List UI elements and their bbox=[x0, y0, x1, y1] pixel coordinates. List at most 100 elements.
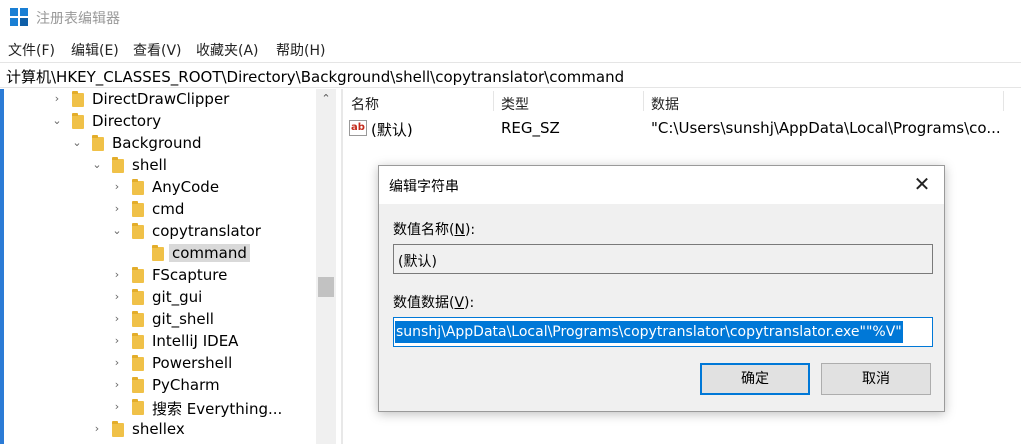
cancel-button[interactable]: 取消 bbox=[821, 363, 931, 395]
value-data-input[interactable]: sunshj\AppData\Local\Programs\copytransl… bbox=[393, 317, 933, 347]
menu-view[interactable]: 查看(V) bbox=[133, 40, 182, 60]
chevron-down-icon[interactable]: ⌄ bbox=[52, 115, 62, 126]
menu-edit[interactable]: 编辑(E) bbox=[71, 40, 119, 60]
tree-node-background[interactable]: ⌄ Background bbox=[0, 133, 316, 155]
chevron-down-icon[interactable]: ⌄ bbox=[72, 137, 82, 148]
title-bar: 注册表编辑器 bbox=[0, 0, 1021, 36]
tree-node-label: Directory bbox=[92, 112, 162, 130]
value-data-label: 数值数据(V): bbox=[393, 295, 475, 311]
column-header-data[interactable]: 数据 bbox=[651, 94, 679, 114]
tree-node-label: git_gui bbox=[152, 288, 203, 306]
close-icon[interactable]: ✕ bbox=[910, 172, 934, 196]
tree-node-label: Background bbox=[112, 134, 202, 152]
folder-icon bbox=[132, 355, 144, 371]
column-header-type[interactable]: 类型 bbox=[501, 94, 529, 114]
folder-icon bbox=[132, 333, 144, 349]
folder-icon bbox=[72, 113, 84, 129]
chevron-right-icon[interactable]: › bbox=[92, 423, 102, 434]
tree-node-label: Powershell bbox=[152, 354, 233, 372]
folder-icon bbox=[132, 377, 144, 393]
registry-editor-icon bbox=[10, 8, 30, 28]
folder-icon bbox=[112, 157, 124, 173]
tree-node-directdrawclipper[interactable]: › DirectDrawClipper bbox=[0, 89, 316, 111]
chevron-down-icon[interactable]: ⌄ bbox=[92, 159, 102, 170]
address-path[interactable]: 计算机\HKEY_CLASSES_ROOT\Directory\Backgrou… bbox=[6, 66, 624, 87]
folder-icon bbox=[132, 289, 144, 305]
folder-icon bbox=[132, 201, 144, 217]
chevron-right-icon[interactable]: › bbox=[112, 379, 122, 390]
tree-node-label: cmd bbox=[152, 200, 185, 218]
ok-button[interactable]: 确定 bbox=[700, 363, 810, 395]
value-data: "C:\Users\sunshj\AppData\Local\Programs\… bbox=[651, 119, 1001, 137]
chevron-right-icon[interactable]: › bbox=[112, 291, 122, 302]
tree-node-label: copytranslator bbox=[152, 222, 261, 240]
chevron-down-icon[interactable]: ⌄ bbox=[112, 225, 122, 236]
address-bar[interactable]: 计算机\HKEY_CLASSES_ROOT\Directory\Backgrou… bbox=[0, 62, 1021, 88]
tree-node-command[interactable]: command bbox=[0, 243, 316, 265]
folder-icon bbox=[132, 179, 144, 195]
key-tree[interactable]: › DirectDrawClipper ⌄ Directory ⌄ Backgr… bbox=[0, 89, 338, 444]
value-data-selected-text[interactable]: sunshj\AppData\Local\Programs\copytransl… bbox=[395, 321, 903, 343]
tree-node-git-shell[interactable]: › git_shell bbox=[0, 309, 316, 331]
chevron-right-icon[interactable]: › bbox=[112, 269, 122, 280]
chevron-right-icon[interactable]: › bbox=[112, 401, 122, 412]
tree-node-shell[interactable]: ⌄ shell bbox=[0, 155, 316, 177]
column-header-name[interactable]: 名称 bbox=[351, 94, 379, 114]
dialog-title: 编辑字符串 bbox=[389, 179, 459, 195]
tree-node-copytranslator[interactable]: ⌄ copytranslator bbox=[0, 221, 316, 243]
tree-node-label: git_shell bbox=[152, 310, 214, 328]
value-name-text: (默认) bbox=[398, 254, 437, 270]
scroll-thumb[interactable] bbox=[318, 277, 334, 297]
tree-node-anycode[interactable]: › AnyCode bbox=[0, 177, 316, 199]
edit-string-dialog: 编辑字符串 ✕ 数值名称(N): (默认) 数值数据(V): sunshj\Ap… bbox=[378, 165, 945, 412]
chevron-right-icon[interactable]: › bbox=[52, 93, 62, 104]
tree-node-label: 搜索 Everything... bbox=[152, 400, 283, 418]
tree-node-label: IntelliJ IDEA bbox=[152, 332, 239, 350]
column-divider[interactable] bbox=[1003, 91, 1004, 111]
value-type: REG_SZ bbox=[501, 119, 560, 137]
tree-node-everything[interactable]: › 搜索 Everything... bbox=[0, 397, 316, 419]
folder-icon bbox=[132, 399, 144, 415]
tree-node-fscapture[interactable]: › FScapture bbox=[0, 265, 316, 287]
tree-node-powershell[interactable]: › Powershell bbox=[0, 353, 316, 375]
tree-node-intellij-idea[interactable]: › IntelliJ IDEA bbox=[0, 331, 316, 353]
menu-bar: 文件(F) 编辑(E) 查看(V) 收藏夹(A) 帮助(H) bbox=[0, 36, 1021, 62]
scroll-up-icon[interactable]: ⌃ bbox=[316, 89, 336, 109]
menu-file[interactable]: 文件(F) bbox=[8, 40, 55, 60]
chevron-right-icon[interactable]: › bbox=[112, 313, 122, 324]
chevron-right-icon[interactable]: › bbox=[112, 335, 122, 346]
menu-help[interactable]: 帮助(H) bbox=[276, 40, 325, 60]
chevron-right-icon[interactable]: › bbox=[112, 357, 122, 368]
column-divider[interactable] bbox=[493, 91, 494, 111]
folder-icon bbox=[132, 311, 144, 327]
dialog-titlebar[interactable]: 编辑字符串 ✕ bbox=[379, 166, 944, 204]
value-name-label: 数值名称(N): bbox=[393, 222, 476, 238]
string-value-icon: ab bbox=[349, 120, 367, 136]
tree-node-label: AnyCode bbox=[152, 178, 220, 196]
tree-node-label-selected: command bbox=[169, 244, 250, 262]
window-title: 注册表编辑器 bbox=[36, 11, 120, 27]
tree-node-label: FScapture bbox=[152, 266, 228, 284]
folder-icon bbox=[72, 91, 84, 107]
tree-scrollbar[interactable]: ⌃ bbox=[316, 89, 336, 444]
folder-icon bbox=[132, 223, 144, 239]
chevron-right-icon[interactable]: › bbox=[112, 203, 122, 214]
tree-node-git-gui[interactable]: › git_gui bbox=[0, 287, 316, 309]
tree-node-cmd[interactable]: › cmd bbox=[0, 199, 316, 221]
tree-node-directory[interactable]: ⌄ Directory bbox=[0, 111, 316, 133]
tree-node-shellex[interactable]: › shellex bbox=[0, 419, 316, 441]
folder-icon bbox=[92, 135, 104, 151]
value-name: (默认) bbox=[371, 121, 413, 139]
tree-node-label: PyCharm bbox=[152, 376, 220, 394]
folder-icon bbox=[132, 267, 144, 283]
tree-node-pycharm[interactable]: › PyCharm bbox=[0, 375, 316, 397]
tree-node-label: shellex bbox=[132, 420, 185, 438]
chevron-right-icon[interactable]: › bbox=[112, 181, 122, 192]
list-row[interactable]: ab (默认) REG_SZ "C:\Users\sunshj\AppData\… bbox=[343, 117, 1021, 139]
value-name-field: (默认) bbox=[393, 244, 933, 274]
column-divider[interactable] bbox=[643, 91, 644, 111]
folder-icon bbox=[152, 245, 164, 261]
folder-icon bbox=[112, 421, 124, 437]
menu-favorites[interactable]: 收藏夹(A) bbox=[196, 40, 259, 60]
tree-node-label: shell bbox=[132, 156, 167, 174]
